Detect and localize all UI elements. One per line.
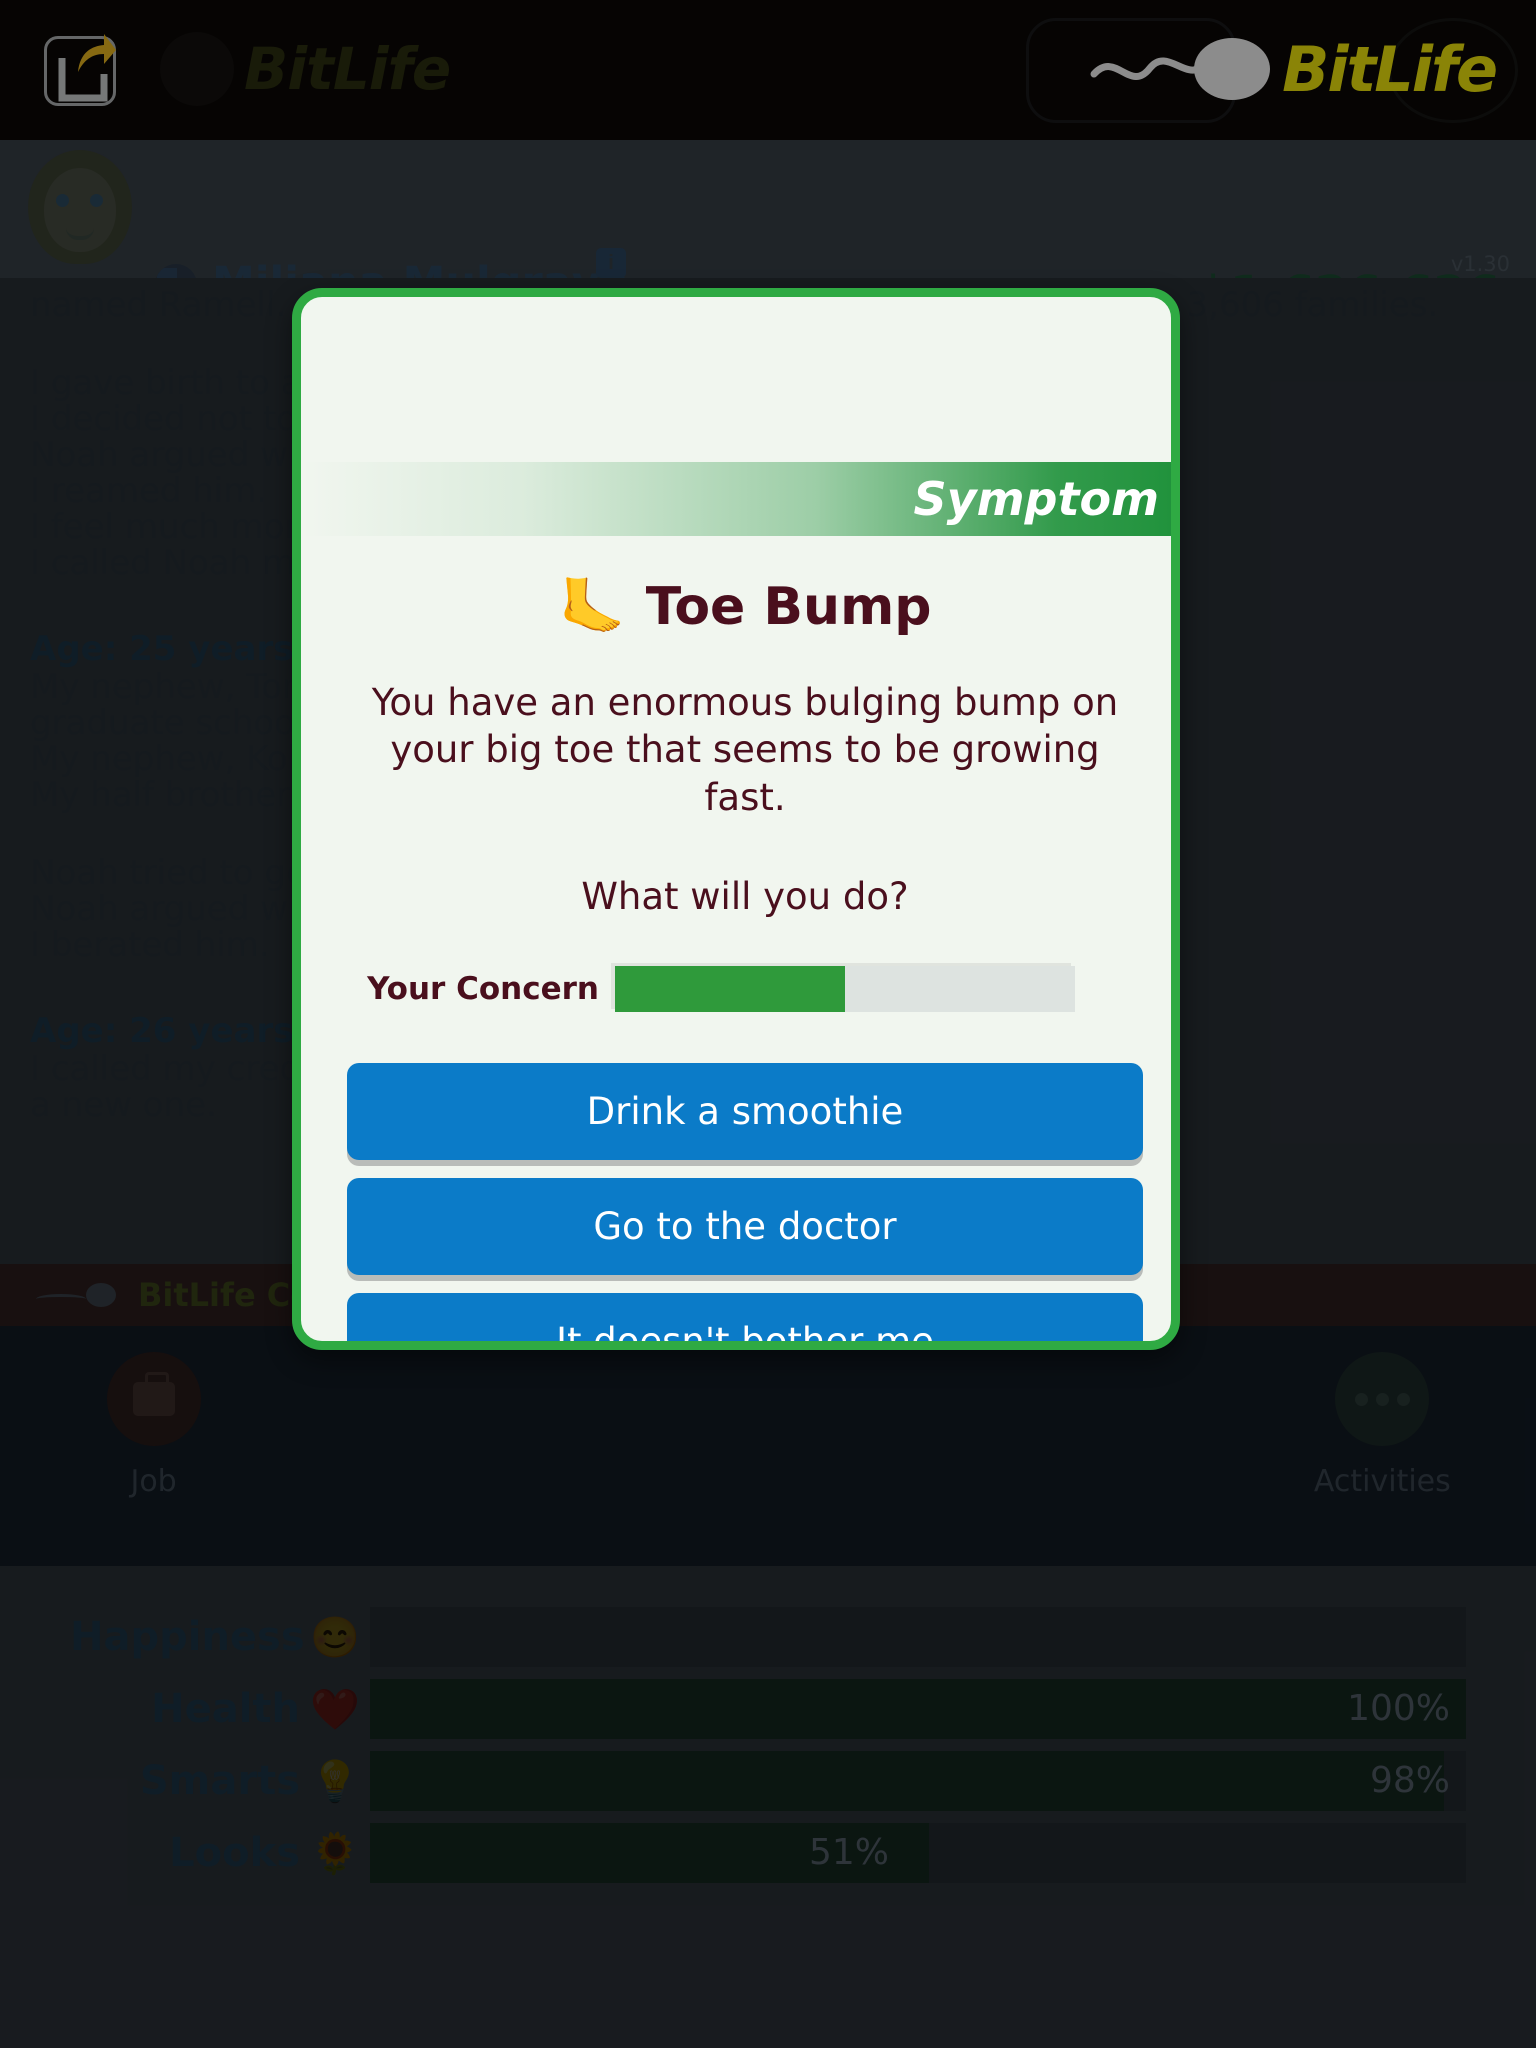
modal-body-text: You have an enormous bulging bump on you… <box>371 681 1119 819</box>
concern-track <box>615 966 1075 1012</box>
choice-button-go-to-the-doctor[interactable]: Go to the doctor <box>347 1178 1143 1275</box>
concern-meter: Your Concern <box>345 961 1145 1017</box>
concern-fill <box>615 966 845 1012</box>
choice-button-drink-a-smoothie[interactable]: Drink a smoothie <box>347 1063 1143 1160</box>
modal-ribbon-label: Symptom <box>913 472 1160 526</box>
app-root: BitLife BitLife Miliana Mulgrave i Ensig <box>0 0 1536 2048</box>
modal-ribbon: Symptom <box>301 462 1171 536</box>
choice-list: Drink a smoothie Go to the doctor It doe… <box>347 1063 1143 1341</box>
symptom-modal: Symptom 🦶 Toe Bump You have an enormous … <box>292 288 1180 1350</box>
modal-question-text: What will you do? <box>581 875 909 918</box>
modal-title-row: 🦶 Toe Bump <box>301 577 1171 637</box>
choice-button-it-doesnt-bother-me[interactable]: It doesn't bother me <box>347 1293 1143 1341</box>
foot-icon: 🦶 <box>558 577 626 637</box>
concern-label: Your Concern <box>367 971 599 1007</box>
modal-title: Toe Bump <box>645 577 932 637</box>
